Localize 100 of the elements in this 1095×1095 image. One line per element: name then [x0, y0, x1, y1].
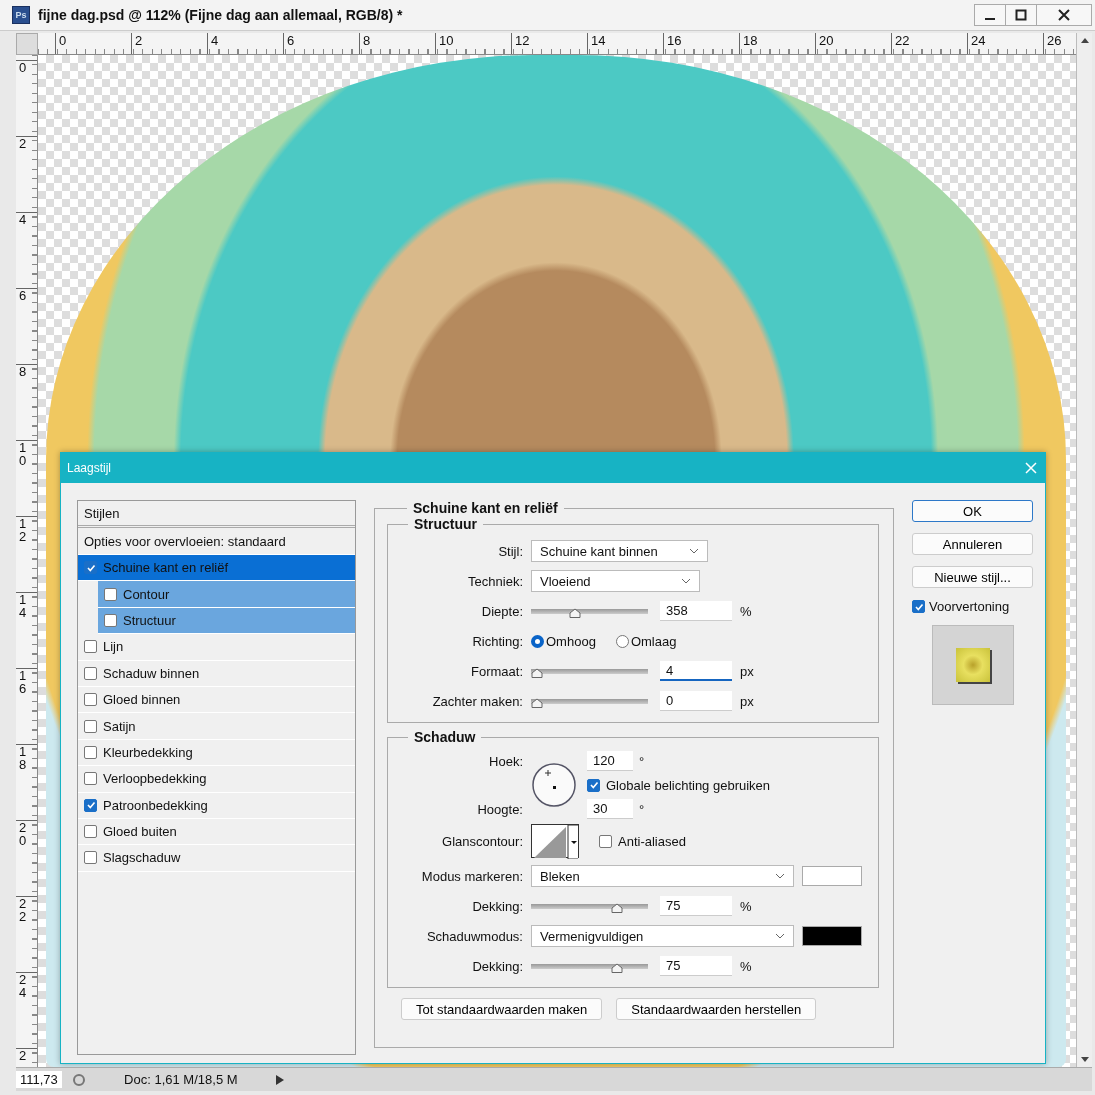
style-list-item[interactable]: Structuur — [98, 607, 355, 635]
number-field[interactable]: 0 — [660, 691, 732, 711]
vertical-scrollbar[interactable] — [1076, 33, 1092, 1067]
dropdown[interactable]: Schuine kant binnen — [531, 540, 708, 562]
dialog-button[interactable]: OK — [912, 500, 1033, 522]
style-list-item[interactable]: Patroonbedekking — [78, 792, 355, 819]
document-info: Doc: 1,61 M/18,5 M — [123, 1072, 239, 1087]
field-label: Dekking: — [471, 958, 523, 974]
ruler-number: 2 — [135, 33, 143, 48]
dialog-button[interactable]: Annuleren — [912, 533, 1033, 555]
slider-thumb[interactable] — [610, 963, 623, 973]
ruler-number: 22 — [895, 33, 910, 48]
checkbox[interactable] — [84, 798, 97, 812]
checkbox[interactable] — [104, 613, 117, 627]
caret-icon — [775, 933, 785, 939]
close-button[interactable] — [1036, 4, 1092, 26]
number-field[interactable]: 358 — [660, 601, 732, 621]
style-list-item[interactable]: Lijn — [78, 634, 355, 661]
dropdown[interactable]: Vermenigvuldigen — [531, 925, 794, 947]
checkbox[interactable] — [84, 745, 97, 759]
style-list-item[interactable]: Contour — [98, 581, 355, 608]
style-list-item[interactable]: Gloed buiten — [78, 818, 355, 846]
number-field[interactable]: 120 — [587, 751, 633, 771]
caret-icon — [775, 873, 785, 879]
ruler-number: 24 — [971, 33, 986, 48]
style-list-item[interactable]: Gloed binnen — [78, 686, 355, 714]
checkbox[interactable] — [104, 587, 117, 601]
color-swatch[interactable] — [802, 926, 862, 946]
style-list-item[interactable]: Kleurbedekking — [78, 739, 355, 767]
number-field[interactable]: 4 — [660, 661, 732, 681]
radio-button[interactable] — [531, 634, 544, 648]
slider-thumb[interactable] — [531, 698, 543, 708]
ruler-number: 20 — [819, 33, 834, 48]
dropdown[interactable]: Vloeiend — [531, 570, 700, 592]
ruler-number: 22 — [19, 897, 27, 923]
slider-thumb[interactable] — [531, 668, 543, 678]
ruler-number: 26 — [1047, 33, 1062, 48]
unit-label: % — [740, 898, 753, 914]
play-icon[interactable] — [275, 1074, 284, 1085]
checkbox[interactable] — [912, 600, 925, 613]
close-icon[interactable] — [1025, 462, 1037, 474]
ruler-number: 12 — [19, 517, 27, 543]
ruler-number: 14 — [591, 33, 606, 48]
ruler-number: 10 — [19, 441, 27, 467]
checkbox[interactable] — [84, 640, 97, 654]
ruler-number: 18 — [19, 745, 27, 771]
ruler-corner — [16, 33, 38, 55]
dialog-button[interactable]: Standaardwaarden herstellen — [616, 998, 817, 1020]
checkbox[interactable] — [84, 719, 97, 733]
ruler-number: 8 — [19, 365, 27, 378]
section-title: Schaduw — [413, 729, 477, 745]
checkbox-label: Globale belichting gebruiken — [606, 777, 771, 793]
minimize-icon — [985, 18, 995, 20]
checkbox[interactable] — [84, 561, 97, 575]
caret-icon — [689, 548, 699, 554]
minimize-button[interactable] — [974, 4, 1006, 26]
maximize-icon — [1015, 9, 1027, 21]
contour-picker[interactable] — [531, 824, 579, 858]
section-title: Structuur — [413, 516, 478, 532]
radio-button[interactable] — [615, 634, 629, 648]
field-label: Diepte: — [480, 603, 523, 619]
number-field[interactable]: 75 — [660, 956, 732, 976]
checkbox[interactable] — [84, 666, 97, 680]
ruler-number: 24 — [19, 973, 27, 999]
ruler-number: 12 — [515, 33, 530, 48]
checkbox[interactable] — [84, 851, 97, 865]
slider-thumb[interactable] — [610, 903, 623, 913]
color-swatch[interactable] — [802, 866, 862, 886]
checkbox[interactable] — [84, 772, 97, 786]
slider-thumb[interactable] — [568, 608, 581, 618]
dropdown[interactable]: Bleken — [531, 865, 794, 887]
ruler-number: 2 — [19, 137, 27, 150]
style-list-item[interactable]: Verloopbedekking — [78, 766, 355, 793]
checkbox[interactable] — [84, 825, 97, 839]
checkbox[interactable] — [599, 834, 612, 848]
ruler-number: 4 — [211, 33, 219, 48]
unit-label: ° — [639, 753, 645, 769]
style-list-item[interactable]: Schuine kant en reliëf — [78, 555, 355, 582]
field-label: Modus markeren: — [420, 868, 523, 884]
checkbox[interactable] — [84, 693, 97, 707]
dialog-button[interactable]: Tot standaardwaarden maken — [401, 998, 603, 1020]
number-field[interactable]: 75 — [660, 896, 732, 916]
style-list-item[interactable]: Schaduw binnen — [78, 660, 355, 687]
number-field[interactable]: 30 — [587, 799, 633, 819]
ruler-number: 0 — [19, 61, 27, 74]
angle-dial[interactable] — [531, 762, 577, 808]
dialog-button[interactable]: Nieuwe stijl... — [912, 566, 1033, 588]
zoom-level: 111,73 — [16, 1071, 62, 1088]
style-list-item[interactable]: Satijn — [78, 713, 355, 740]
ruler-number: 0 — [59, 33, 67, 48]
dialog-title: Laagstijl — [67, 461, 112, 475]
checkbox[interactable] — [587, 778, 600, 792]
field-label: Dekking: — [471, 898, 523, 914]
up-arrow-icon[interactable] — [1080, 37, 1089, 43]
style-list-item[interactable]: Slagschaduw — [78, 845, 355, 872]
ruler-number: 8 — [363, 33, 371, 48]
field-label: Hoek: — [488, 753, 523, 769]
field-label: Richting: — [471, 633, 523, 649]
maximize-button[interactable] — [1005, 4, 1037, 26]
down-arrow-icon[interactable] — [1080, 1057, 1089, 1063]
